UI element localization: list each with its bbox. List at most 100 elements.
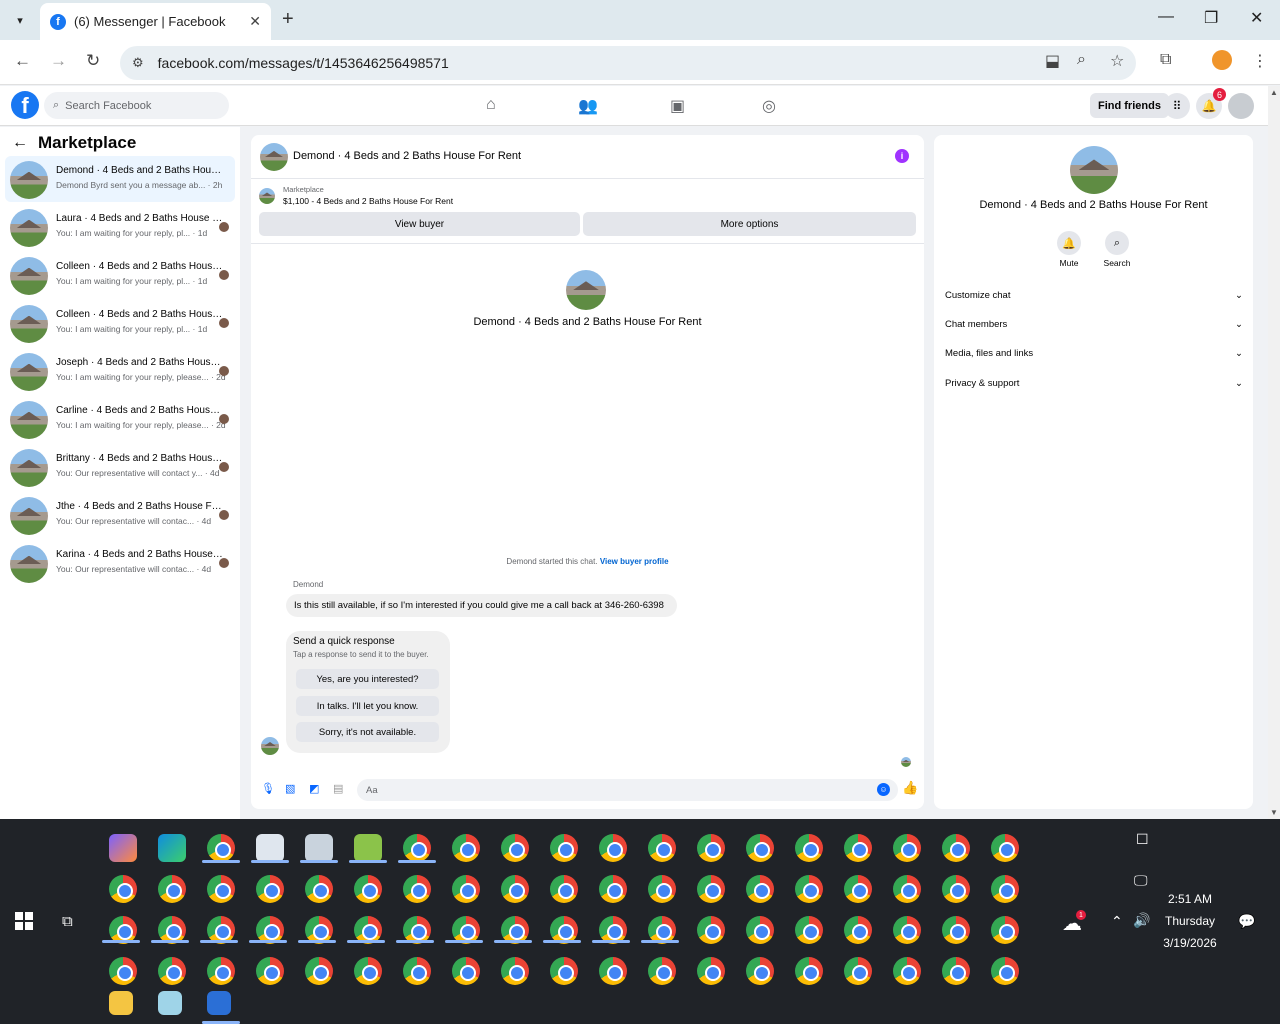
taskbar-app-icon[interactable] — [207, 834, 235, 862]
file-explorer-icon[interactable] — [109, 991, 133, 1015]
omnibox[interactable]: ⚙ facebook.com/messages/t/14536462564985… — [120, 46, 1136, 80]
taskbar-app-icon[interactable] — [550, 957, 578, 985]
taskbar-app-icon[interactable] — [795, 834, 823, 862]
taskbar-app-icon[interactable] — [844, 957, 872, 985]
taskbar-app-icon[interactable] — [991, 875, 1019, 903]
emoji-icon[interactable]: ☺ — [877, 783, 890, 796]
desktop-icon[interactable]: ☐ — [1136, 831, 1149, 848]
menu-grid-icon[interactable]: ⠿ — [1164, 93, 1190, 119]
taskbar-app-icon[interactable] — [795, 875, 823, 903]
find-friends-button[interactable]: Find friends — [1090, 93, 1169, 118]
conversation-item[interactable]: Joseph · 4 Beds and 2 Baths House For Re… — [5, 348, 235, 394]
chat-title[interactable]: Demond · 4 Beds and 2 Baths House For Re… — [293, 150, 521, 162]
message-input[interactable]: Aa — [357, 779, 898, 801]
taskbar-app-icon[interactable] — [354, 875, 382, 903]
home-icon[interactable]: ⌂ — [486, 96, 496, 114]
facebook-search-input[interactable]: ⌕ Search Facebook — [44, 92, 229, 119]
clock-day[interactable]: Thursday — [1160, 914, 1220, 928]
restore-button[interactable]: ❐ — [1204, 8, 1218, 28]
conversation-item[interactable]: Jthe · 4 Beds and 2 Baths House For Rent… — [5, 492, 235, 538]
chevron-up-icon[interactable]: ⌃ — [1111, 913, 1123, 930]
quick-response-yes[interactable]: Yes, are you interested? — [296, 669, 439, 689]
browser-tab[interactable]: f (6) Messenger | Facebook ✕ — [40, 3, 271, 40]
taskbar-app-icon[interactable] — [158, 834, 186, 862]
taskbar-app-icon[interactable] — [256, 875, 284, 903]
taskbar-app-icon[interactable] — [403, 957, 431, 985]
taskbar-app-icon[interactable] — [354, 957, 382, 985]
back-arrow-icon[interactable]: ← — [12, 134, 28, 152]
taskbar-app-icon[interactable] — [942, 834, 970, 862]
taskbar-app-icon[interactable] — [599, 834, 627, 862]
chat-avatar[interactable] — [260, 143, 288, 171]
taskbar-app-icon[interactable] — [501, 834, 529, 862]
taskbar-app-icon[interactable] — [305, 834, 333, 862]
friends-icon[interactable]: 👥 — [578, 96, 598, 116]
install-app-icon[interactable]: ⬓ — [1045, 51, 1060, 71]
view-buyer-button[interactable]: View buyer — [259, 212, 580, 236]
taskbar-app-icon[interactable] — [942, 916, 970, 944]
listing-price[interactable]: $1,100 - 4 Beds and 2 Baths House For Re… — [283, 196, 453, 206]
quick-response-sorry[interactable]: Sorry, it's not available. — [296, 722, 439, 742]
taskbar-app-icon[interactable] — [697, 875, 725, 903]
window-close-button[interactable]: ✕ — [1250, 8, 1263, 28]
taskbar-app-icon[interactable] — [697, 916, 725, 944]
taskbar-app-icon[interactable] — [893, 957, 921, 985]
taskbar-app-icon[interactable] — [109, 834, 137, 862]
account-avatar[interactable] — [1228, 93, 1254, 119]
taskbar-app-icon[interactable] — [452, 957, 480, 985]
taskbar-app-icon[interactable] — [501, 875, 529, 903]
new-tab-button[interactable]: + — [282, 8, 294, 31]
taskbar-app-icon[interactable] — [746, 957, 774, 985]
conversation-item[interactable]: Colleen · 4 Beds and 2 Baths House For R… — [5, 252, 235, 298]
notepad-icon[interactable] — [158, 991, 182, 1015]
taskbar-app-icon[interactable] — [844, 834, 872, 862]
task-view-icon[interactable]: ⧉ — [62, 913, 73, 930]
bookmark-star-icon[interactable]: ☆ — [1110, 51, 1124, 71]
taskbar-app-icon[interactable] — [207, 875, 235, 903]
like-thumb-icon[interactable]: 👍 — [902, 780, 918, 796]
site-info-icon[interactable]: ⚙ — [132, 55, 144, 71]
network-icon[interactable]: 🖵 — [1134, 872, 1148, 889]
search-chat-button[interactable]: ⌕ Search — [1097, 231, 1137, 268]
conversation-item[interactable]: Karina · 4 Beds and 2 Baths House For Re… — [5, 540, 235, 586]
taskbar-app-icon[interactable] — [354, 834, 382, 862]
clock-time[interactable]: 2:51 AM — [1160, 892, 1220, 906]
taskbar-app-icon[interactable] — [109, 875, 137, 903]
taskbar-app-icon[interactable] — [207, 957, 235, 985]
taskbar-app-icon[interactable] — [795, 916, 823, 944]
conversation-item[interactable]: Carline · 4 Beds and 2 Baths House For R… — [5, 396, 235, 442]
volume-icon[interactable]: 🔊 — [1133, 912, 1150, 929]
taskbar-app-icon[interactable] — [746, 916, 774, 944]
back-button[interactable]: ← — [14, 51, 31, 71]
photo-icon[interactable]: ▧ — [285, 782, 295, 795]
taskbar-app-icon[interactable] — [844, 916, 872, 944]
chat-members-section[interactable]: Chat members ⌄ — [945, 319, 1243, 330]
taskbar-app-icon[interactable] — [501, 957, 529, 985]
taskbar-app-icon[interactable] — [305, 875, 333, 903]
browser-menu-icon[interactable]: ⋮ — [1252, 51, 1268, 71]
taskbar-app-icon[interactable] — [893, 834, 921, 862]
marketplace-icon[interactable]: ▣ — [670, 96, 685, 116]
tab-search-button[interactable]: ▾ — [6, 6, 34, 34]
taskbar-app-icon[interactable] — [893, 916, 921, 944]
taskbar-app-icon[interactable] — [697, 834, 725, 862]
zoom-icon[interactable]: ⌕ — [1077, 51, 1086, 69]
taskbar-app-icon[interactable] — [991, 916, 1019, 944]
reload-button[interactable]: ↻ — [86, 51, 100, 71]
conversation-item[interactable]: Laura · 4 Beds and 2 Baths House For Ren… — [5, 204, 235, 250]
facebook-logo[interactable]: f — [11, 91, 39, 119]
conversation-item[interactable]: Colleen · 4 Beds and 2 Baths House For R… — [5, 300, 235, 346]
taskbar-app-icon[interactable] — [991, 834, 1019, 862]
sticker-icon[interactable]: ◩ — [309, 782, 319, 795]
taskbar-app-icon[interactable] — [158, 957, 186, 985]
taskbar-app-icon[interactable] — [305, 957, 333, 985]
forward-button[interactable]: → — [50, 51, 67, 71]
more-options-button[interactable]: More options — [583, 212, 916, 236]
taskbar-app-icon[interactable] — [893, 875, 921, 903]
notification-center-icon[interactable]: 💬 — [1238, 913, 1255, 930]
clock-date[interactable]: 3/19/2026 — [1155, 936, 1225, 950]
customize-chat-section[interactable]: Customize chat ⌄ — [945, 290, 1243, 301]
taskbar-app-icon[interactable] — [158, 875, 186, 903]
taskbar-app-icon[interactable] — [452, 834, 480, 862]
taskbar-app-icon[interactable] — [452, 875, 480, 903]
